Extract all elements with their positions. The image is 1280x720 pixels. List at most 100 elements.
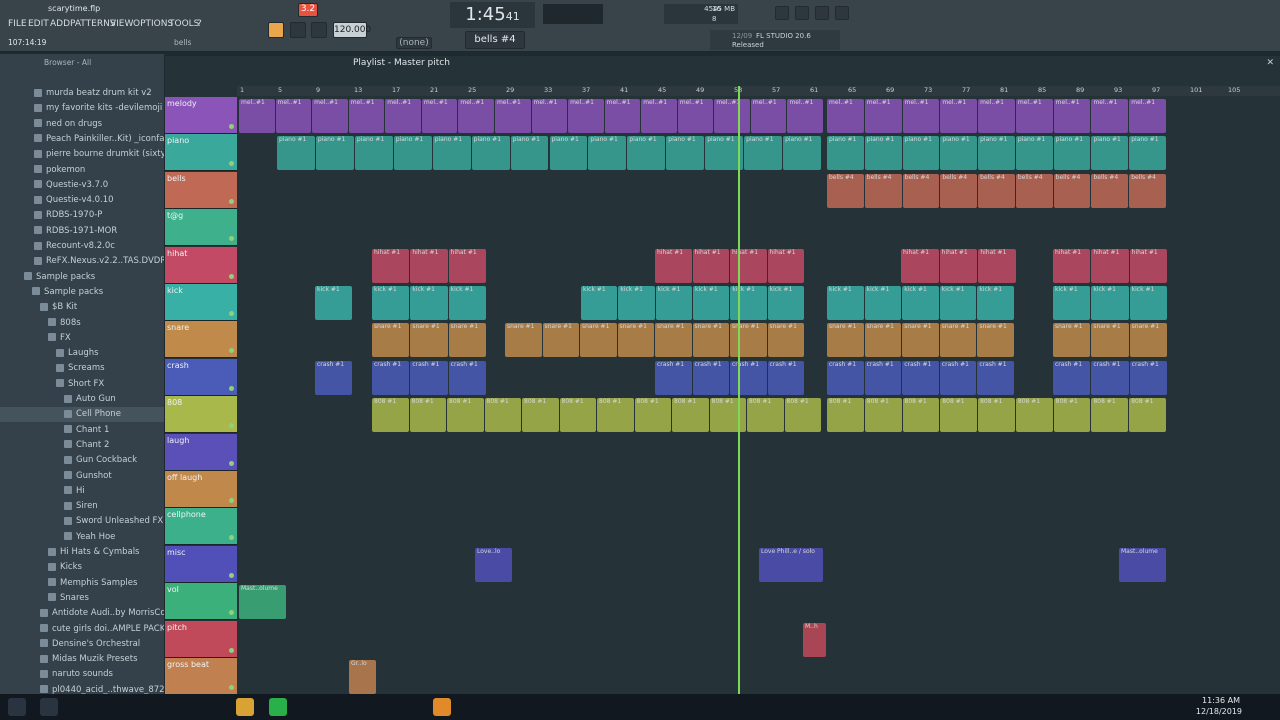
- menu-view[interactable]: VIEW: [110, 18, 133, 30]
- start-icon[interactable]: [8, 698, 26, 716]
- pattern-clip[interactable]: piano #1: [1015, 136, 1053, 171]
- menu-help[interactable]: ?: [197, 18, 202, 30]
- pattern-clip[interactable]: piano #1: [277, 136, 315, 171]
- menu-edit[interactable]: EDIT: [28, 18, 49, 30]
- pattern-clip[interactable]: snare #1: [1129, 323, 1167, 358]
- pattern-clip[interactable]: piano #1: [1129, 136, 1166, 171]
- pattern-clip[interactable]: mel..#1: [1091, 99, 1129, 133]
- track-mute-icon[interactable]: [229, 610, 234, 616]
- menu-tools[interactable]: TOOLS: [169, 18, 199, 30]
- pattern-clip[interactable]: kick #1: [1129, 286, 1167, 320]
- track-mute-icon[interactable]: [229, 685, 234, 690]
- track-mute-icon[interactable]: [229, 124, 234, 129]
- track-mute-icon[interactable]: [229, 161, 234, 167]
- browser-item[interactable]: FX: [0, 331, 164, 346]
- browser-item[interactable]: ReFX.Nexus.v2.2..TAS.DVDR-AiRISO: [0, 254, 164, 269]
- browser-item[interactable]: $B Kit: [0, 300, 164, 315]
- pattern-clip[interactable]: bells #4: [864, 173, 902, 208]
- pattern-clip[interactable]: bells #4: [1091, 173, 1129, 208]
- pattern-clip[interactable]: hihat #1: [1129, 248, 1167, 283]
- browser-item[interactable]: Midas Muzik Presets: [0, 652, 164, 667]
- cpu-icon[interactable]: [775, 6, 789, 20]
- pattern-clip[interactable]: hihat #1: [1091, 248, 1129, 283]
- browser-item[interactable]: Chant 1: [0, 423, 164, 438]
- pattern-clip[interactable]: crash #1: [1129, 360, 1167, 395]
- menu-file[interactable]: FILE: [8, 18, 27, 30]
- pattern-clip[interactable]: snare #1: [580, 323, 617, 358]
- pattern-clip[interactable]: hihat #1: [730, 248, 767, 283]
- record-button[interactable]: [311, 22, 327, 38]
- browser-item[interactable]: cute girls doi..AMPLE PACK 1]: [0, 622, 164, 637]
- browser-item[interactable]: pokemon: [0, 163, 164, 178]
- pattern-clip[interactable]: crash #1: [864, 360, 902, 395]
- pattern-clip[interactable]: crash #1: [448, 360, 486, 395]
- browser-item[interactable]: Densine's Orchestral: [0, 637, 164, 652]
- pattern-clip[interactable]: snare #1: [372, 323, 410, 358]
- track-header[interactable]: hihat: [165, 246, 237, 284]
- pattern-clip[interactable]: kick #1: [1053, 286, 1091, 320]
- pattern-clip[interactable]: 808 #1: [672, 398, 709, 433]
- pattern-clip[interactable]: hihat #1: [978, 248, 1016, 283]
- track-mute-icon[interactable]: [229, 498, 234, 503]
- pattern-clip[interactable]: 808 #1: [1091, 398, 1129, 433]
- pattern-clip[interactable]: piano #1: [744, 136, 783, 171]
- track-header[interactable]: gross beat: [165, 658, 237, 694]
- browser-item[interactable]: Cell Phone: [0, 407, 164, 423]
- pattern-clip[interactable]: 808 #1: [940, 398, 978, 433]
- pattern-clip[interactable]: hihat #1: [410, 248, 448, 283]
- pattern-clip[interactable]: kick #1: [864, 286, 902, 320]
- browser-item[interactable]: Questie-v3.7.0: [0, 178, 164, 193]
- chrome-icon[interactable]: [236, 698, 254, 716]
- pattern-clip[interactable]: kick #1: [902, 286, 939, 320]
- pattern-clip[interactable]: piano #1: [1091, 136, 1129, 171]
- pattern-clip[interactable]: 808 #1: [409, 398, 446, 433]
- pattern-clip[interactable]: piano #1: [978, 136, 1015, 171]
- browser-item[interactable]: RDBS-1971-MOR: [0, 224, 164, 239]
- pattern-clip[interactable]: kick #1: [448, 286, 486, 320]
- track-mute-icon[interactable]: [229, 311, 234, 316]
- pattern-clip[interactable]: 808 #1: [902, 398, 940, 433]
- channel-selector[interactable]: (none): [396, 37, 432, 49]
- pattern-clip[interactable]: Gr..lo: [349, 660, 376, 694]
- pattern-clip[interactable]: kick #1: [730, 286, 767, 320]
- pattern-clip[interactable]: crash #1: [655, 360, 692, 395]
- pattern-clip[interactable]: 808 #1: [522, 398, 559, 433]
- pattern-clip[interactable]: crash #1: [902, 360, 939, 395]
- pattern-clip[interactable]: mel..#1: [348, 99, 385, 133]
- browser-item[interactable]: Short FX: [0, 377, 164, 392]
- track-header[interactable]: misc: [165, 545, 237, 583]
- pattern-clip[interactable]: bells #4: [1053, 173, 1091, 208]
- menu-add[interactable]: ADD: [50, 18, 70, 30]
- track-header[interactable]: kick: [165, 284, 237, 321]
- pattern-clip[interactable]: mel..#1: [604, 99, 641, 133]
- pattern-clip[interactable]: snare #1: [617, 323, 654, 358]
- pattern-clip[interactable]: mel..#1: [458, 99, 494, 133]
- pattern-clip[interactable]: 808 #1: [559, 398, 596, 433]
- pattern-clip[interactable]: crash #1: [827, 360, 864, 395]
- pattern-clip[interactable]: snare #1: [730, 323, 767, 358]
- pattern-clip[interactable]: Love Phill..e / solo: [759, 547, 823, 582]
- pattern-clip[interactable]: bells #4: [1015, 173, 1053, 208]
- pattern-clip[interactable]: mel..#1: [312, 99, 348, 133]
- browser-item[interactable]: pl0440_acid_..thwave_87233: [0, 683, 164, 694]
- track-mute-icon[interactable]: [229, 460, 234, 466]
- pattern-clip[interactable]: mel..#1: [239, 99, 275, 133]
- pattern-clip[interactable]: hihat #1: [939, 248, 978, 283]
- browser-item[interactable]: murda beatz drum kit v2: [0, 86, 164, 101]
- track-mute-icon[interactable]: [229, 348, 234, 354]
- pattern-clip[interactable]: crash #1: [730, 360, 767, 395]
- browser-item[interactable]: Kicks: [0, 560, 164, 575]
- pattern-clip[interactable]: piano #1: [827, 136, 864, 171]
- help-icon[interactable]: [835, 6, 849, 20]
- pattern-clip[interactable]: 808 #1: [978, 398, 1015, 433]
- browser-item[interactable]: Sample packs: [0, 270, 164, 285]
- pattern-clip[interactable]: 808 #1: [1053, 398, 1091, 433]
- pattern-clip[interactable]: hihat #1: [692, 248, 729, 283]
- track-mute-icon[interactable]: [229, 198, 234, 204]
- pattern-clip[interactable]: piano #1: [471, 136, 510, 171]
- pattern-clip[interactable]: M..h: [803, 622, 826, 657]
- pattern-clip[interactable]: 808 #1: [484, 398, 521, 433]
- browser-item[interactable]: Peach Painkiller..Kit) _iconfacetat: [0, 132, 164, 147]
- menu-patterns[interactable]: PATTERNS: [70, 18, 116, 30]
- track-header[interactable]: vol: [165, 583, 237, 621]
